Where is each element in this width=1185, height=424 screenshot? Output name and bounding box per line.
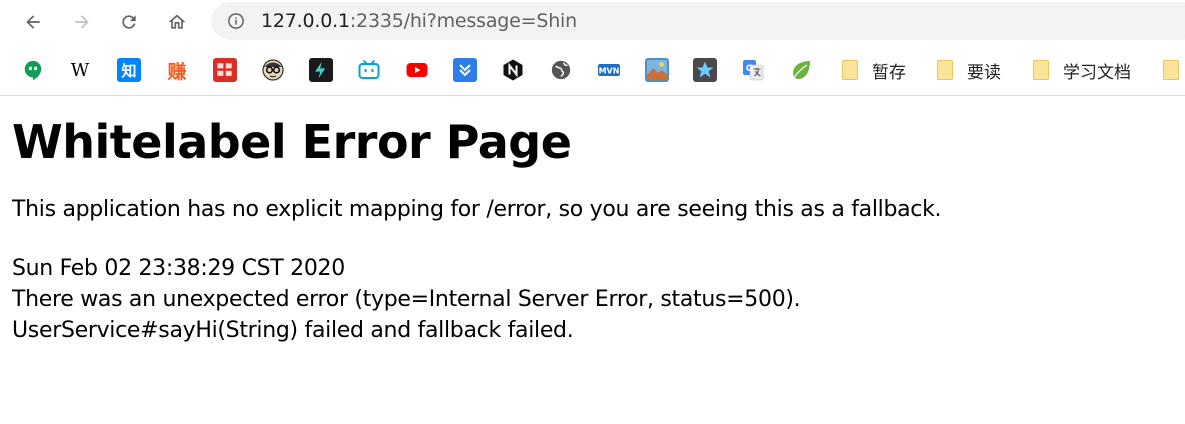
folder-label: 要读: [967, 62, 1001, 83]
error-status: There was an unexpected error (type=Inte…: [12, 287, 801, 312]
arrow-left-icon: [26, 15, 40, 29]
page-title: Whitelabel Error Page: [12, 115, 572, 169]
bookmark-folder-more[interactable]: [1163, 58, 1185, 82]
bookmark-folder-zancun[interactable]: 暂存: [842, 58, 906, 83]
home-button[interactable]: [161, 6, 193, 38]
folder-label: 暂存: [872, 62, 906, 83]
bookmark-zhuan[interactable]: 赚: [165, 58, 189, 83]
folder-icon: [842, 60, 858, 80]
bookmarks-bar: W 知 赚 MVN G 暂存 要读 学习文档: [0, 44, 1185, 96]
maven-icon: MVN: [598, 64, 620, 76]
error-description: This application has no explicit mapping…: [12, 197, 942, 222]
bookmark-translate[interactable]: G: [741, 58, 765, 82]
reload-icon: [122, 15, 136, 29]
bookmark-spring[interactable]: [789, 58, 813, 82]
star-icon: [696, 61, 714, 78]
bookmark-folder-yaodu[interactable]: 要读: [937, 58, 1001, 83]
back-button[interactable]: [17, 6, 49, 38]
error-details: Sun Feb 02 23:38:29 CST 2020 There was a…: [12, 253, 1172, 346]
notion-icon: [503, 59, 523, 81]
zhuan-icon: 赚: [167, 60, 187, 83]
image-icon: [646, 59, 668, 81]
forward-button[interactable]: [66, 6, 98, 38]
bookmark-red-stamp[interactable]: [213, 58, 237, 82]
info-icon[interactable]: [227, 12, 245, 30]
bookmark-hangouts[interactable]: [21, 58, 45, 82]
chevron-double-down-icon: [459, 64, 471, 77]
svg-text:MVN: MVN: [599, 67, 620, 76]
bookmark-avatar[interactable]: [261, 58, 285, 82]
url-host: 127.0.0.1: [261, 10, 350, 32]
hangouts-icon: [24, 60, 42, 81]
folder-icon: [937, 60, 953, 80]
bookmark-bilibili[interactable]: [357, 58, 381, 82]
tv-icon: [358, 60, 380, 79]
url-path: :2335/hi?message=Shin: [349, 10, 577, 32]
bookmark-notion[interactable]: [501, 58, 525, 82]
browser-toolbar: 127.0.0.1:2335/hi?message=Shin: [0, 0, 1185, 44]
svg-text:G: G: [746, 64, 753, 74]
zhihu-icon: 知: [121, 61, 137, 80]
globe-icon: [551, 60, 571, 80]
error-timestamp: Sun Feb 02 23:38:29 CST 2020: [12, 256, 345, 281]
bookmark-globe[interactable]: [549, 58, 573, 82]
stamp-icon: [217, 63, 232, 76]
bookmark-zhihu[interactable]: 知: [117, 58, 141, 82]
face-glasses-icon: [262, 59, 284, 81]
bookmark-maven[interactable]: MVN: [597, 58, 621, 82]
wikipedia-icon: W: [70, 59, 90, 81]
folder-label: 学习文档: [1063, 62, 1131, 83]
bookmark-tool[interactable]: [309, 58, 333, 82]
page-content: Whitelabel Error Page This application h…: [12, 96, 1172, 346]
url-text[interactable]: 127.0.0.1:2335/hi?message=Shin: [261, 11, 577, 31]
address-bar[interactable]: 127.0.0.1:2335/hi?message=Shin: [211, 2, 1185, 40]
bookmark-photo[interactable]: [645, 58, 669, 82]
youtube-icon: [406, 63, 428, 77]
bookmark-folder-xuexi[interactable]: 学习文档: [1033, 58, 1131, 83]
bookmark-star[interactable]: [693, 58, 717, 82]
bookmark-youtube[interactable]: [405, 58, 429, 82]
home-icon: [168, 14, 186, 29]
arrow-right-icon: [75, 15, 89, 29]
translate-icon: G: [743, 60, 764, 81]
error-message: UserService#sayHi(String) failed and fal…: [12, 318, 574, 343]
folder-icon: [1033, 60, 1049, 80]
leaf-icon: [792, 61, 810, 80]
folder-icon: [1163, 60, 1179, 80]
bolt-icon: [315, 61, 326, 79]
bookmark-download[interactable]: [453, 58, 477, 82]
bookmark-wikipedia[interactable]: W: [68, 58, 92, 82]
reload-button[interactable]: [113, 6, 145, 38]
